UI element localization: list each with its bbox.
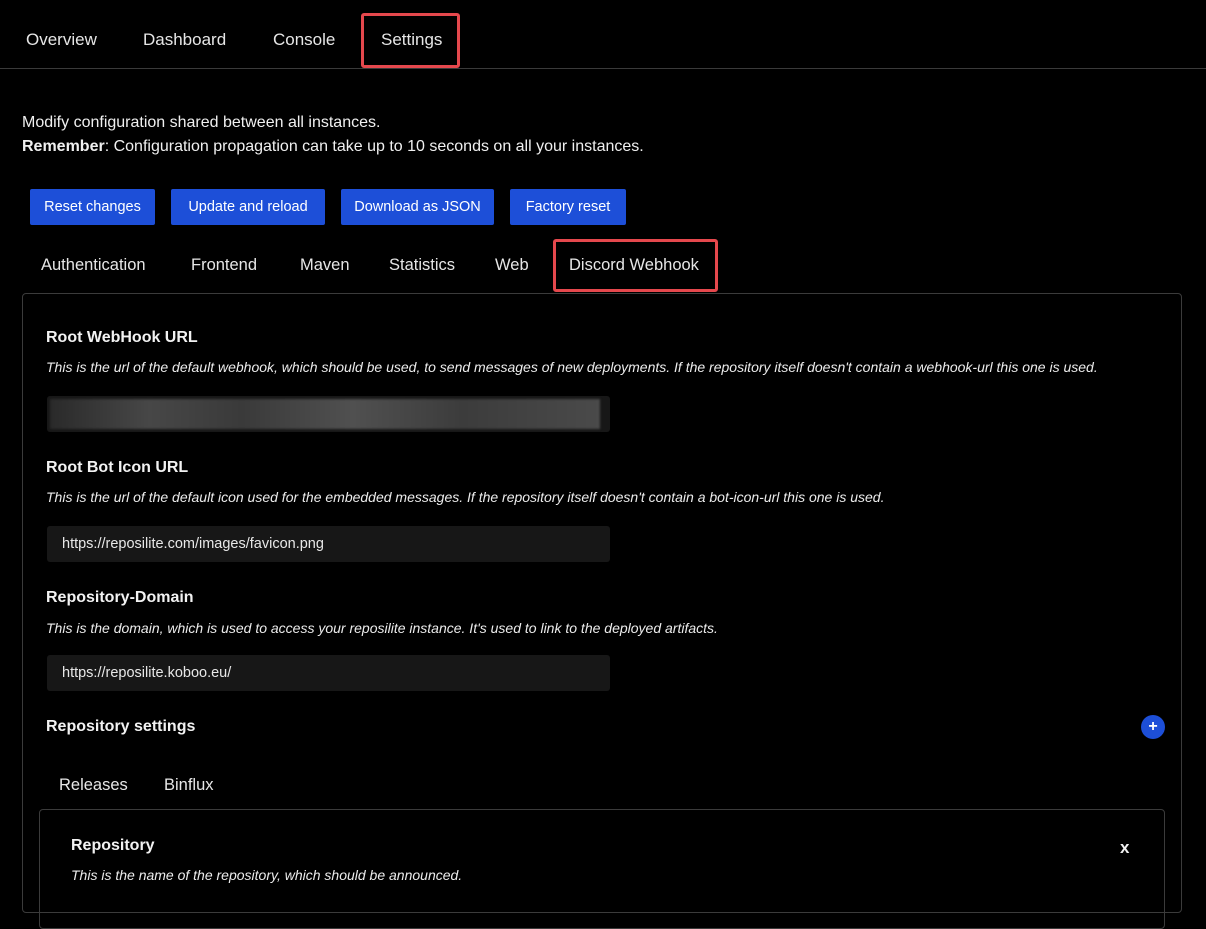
subtab-web[interactable]: Web [495, 256, 529, 275]
remember-note: Remember: Configuration propagation can … [22, 135, 644, 159]
remember-text: : Configuration propagation can take up … [104, 138, 644, 155]
redacted-value [50, 399, 600, 429]
bot-icon-url-description: This is the url of the default icon used… [46, 489, 885, 505]
subtab-authentication[interactable]: Authentication [41, 256, 146, 275]
repository-field-title: Repository [71, 837, 155, 854]
intro-line: Modify configuration shared between all … [22, 114, 381, 131]
remove-repository-button[interactable]: x [1120, 838, 1129, 858]
settings-intro: Modify configuration shared between all … [22, 111, 644, 159]
settings-tab-highlight [361, 13, 460, 68]
remember-label: Remember [22, 138, 105, 155]
subtab-statistics[interactable]: Statistics [389, 256, 455, 275]
tab-dashboard[interactable]: Dashboard [143, 0, 226, 68]
subtab-frontend[interactable]: Frontend [191, 256, 257, 275]
reset-changes-button[interactable]: Reset changes [30, 189, 155, 225]
webhook-url-input[interactable] [47, 396, 610, 432]
repository-settings-title: Repository settings [46, 718, 196, 735]
tab-console[interactable]: Console [273, 0, 335, 68]
repository-domain-title: Repository-Domain [46, 589, 194, 606]
subtab-maven[interactable]: Maven [300, 256, 350, 275]
repository-domain-description: This is the domain, which is used to acc… [46, 620, 718, 636]
repo-tab-binflux[interactable]: Binflux [164, 776, 214, 795]
repository-domain-input[interactable]: https://reposilite.koboo.eu/ [47, 655, 610, 691]
bot-icon-url-title: Root Bot Icon URL [46, 459, 189, 476]
webhook-url-title: Root WebHook URL [46, 329, 198, 346]
top-nav: Overview Dashboard Console Settings [0, 0, 1206, 69]
download-json-button[interactable]: Download as JSON [341, 189, 494, 225]
factory-reset-button[interactable]: Factory reset [510, 189, 626, 225]
repository-field-description: This is the name of the repository, whic… [71, 867, 463, 883]
repo-tab-releases[interactable]: Releases [59, 776, 128, 795]
add-repository-button[interactable]: + [1141, 715, 1165, 739]
update-and-reload-button[interactable]: Update and reload [171, 189, 325, 225]
tab-overview[interactable]: Overview [26, 0, 97, 68]
discord-webhook-tab-highlight [553, 239, 718, 292]
bot-icon-url-input[interactable]: https://reposilite.com/images/favicon.pn… [47, 526, 610, 562]
webhook-url-description: This is the url of the default webhook, … [46, 359, 1098, 375]
